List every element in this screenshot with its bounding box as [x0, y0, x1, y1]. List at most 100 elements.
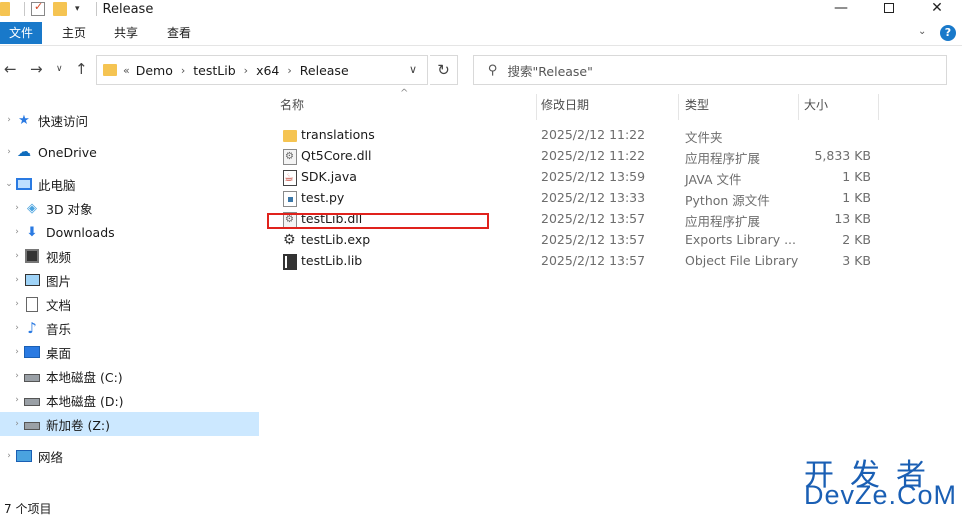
recent-locations-chevron-icon[interactable]: ∨: [56, 64, 63, 74]
address-bar[interactable]: « Demo › testLib › x64 › Release ∨: [96, 55, 428, 85]
sidebar-item-onedrive[interactable]: › ☁ OneDrive: [0, 140, 259, 164]
lib-file-icon: [283, 254, 299, 270]
properties-icon[interactable]: [31, 0, 45, 16]
expand-chevron-icon[interactable]: ›: [10, 227, 24, 237]
sidebar-item-label: 此电脑: [38, 177, 76, 193]
column-divider[interactable]: [678, 94, 679, 120]
file-type: Python 源文件: [685, 193, 770, 208]
column-header-date[interactable]: 修改日期: [541, 92, 677, 120]
expand-chevron-icon[interactable]: ›: [2, 147, 16, 157]
forward-arrow-icon[interactable]: →: [30, 60, 43, 78]
expand-chevron-icon[interactable]: ›: [2, 451, 16, 461]
sidebar-item-label: 音乐: [46, 321, 72, 337]
ribbon-tabs: 文件 主页 共享 查看 ⌄ ?: [0, 20, 962, 46]
address-dropdown-chevron-icon[interactable]: ∨: [409, 63, 417, 76]
breadcrumb-release[interactable]: Release: [300, 63, 349, 78]
exp-file-icon: [283, 232, 297, 249]
table-row[interactable]: translations 2025/2/12 11:22 文件夹: [270, 125, 890, 146]
tab-file[interactable]: 文件: [0, 22, 42, 44]
desktop-icon: [24, 344, 40, 360]
back-arrow-icon[interactable]: ←: [4, 60, 17, 78]
file-type: 文件夹: [685, 130, 723, 145]
column-header-size[interactable]: 大小: [804, 92, 874, 120]
file-type: JAVA 文件: [685, 172, 742, 187]
table-row[interactable]: Qt5Core.dll 2025/2/12 11:22 应用程序扩展 5,833…: [270, 146, 890, 167]
help-icon[interactable]: ?: [940, 25, 956, 41]
file-size: 1 KB: [842, 190, 871, 205]
expand-chevron-icon[interactable]: ›: [10, 299, 24, 309]
quick-access-toolbar: ▾ Release: [0, 0, 153, 18]
column-divider[interactable]: [878, 94, 879, 120]
refresh-icon: ↻: [437, 61, 450, 79]
breadcrumb-chevron-icon[interactable]: ›: [244, 64, 248, 77]
sidebar-item-drive-d[interactable]: › 本地磁盘 (D:): [0, 388, 259, 412]
collapse-chevron-icon[interactable]: ⌄: [2, 179, 16, 189]
expand-chevron-icon[interactable]: ›: [2, 115, 16, 125]
expand-chevron-icon[interactable]: ›: [10, 203, 24, 213]
python-file-icon: [283, 191, 297, 207]
sidebar-item-this-pc[interactable]: ⌄ 此电脑: [0, 172, 259, 196]
file-name: test.py: [301, 190, 345, 205]
sidebar-item-label: 3D 对象: [46, 201, 93, 217]
file-name: translations: [301, 127, 375, 142]
column-divider[interactable]: [536, 94, 537, 120]
up-arrow-icon[interactable]: ↑: [75, 60, 88, 78]
sidebar-item-pictures[interactable]: › 图片: [0, 268, 259, 292]
sidebar-item-quick-access[interactable]: › ★ 快速访问: [0, 108, 259, 132]
search-input[interactable]: ⚲ 搜索"Release": [473, 55, 947, 85]
navigation-bar: ← → ∨ ↑ « Demo › testLib › x64 › Release…: [0, 52, 962, 86]
sidebar-item-videos[interactable]: › 视频: [0, 244, 259, 268]
expand-chevron-icon[interactable]: ›: [10, 323, 24, 333]
table-row[interactable]: testLib.exp 2025/2/12 13:57 Exports Libr…: [270, 230, 890, 251]
cube-icon: ◈: [27, 200, 37, 216]
new-folder-icon[interactable]: [53, 2, 67, 16]
close-button[interactable]: ✕: [914, 0, 960, 18]
sidebar-item-drive-z[interactable]: › 新加卷 (Z:): [0, 412, 259, 436]
item-count: 7 个项目: [4, 502, 52, 516]
star-icon: ★: [18, 112, 30, 128]
expand-chevron-icon[interactable]: ›: [10, 251, 24, 261]
column-divider[interactable]: [798, 94, 799, 120]
table-row[interactable]: testLib.lib 2025/2/12 13:57 Object File …: [270, 251, 890, 272]
picture-icon: [24, 272, 40, 288]
sidebar-item-desktop[interactable]: › 桌面: [0, 340, 259, 364]
tab-view[interactable]: 查看: [157, 22, 201, 44]
refresh-button[interactable]: ↻: [430, 55, 458, 85]
expand-chevron-icon[interactable]: ›: [10, 419, 24, 429]
document-icon: [24, 296, 40, 312]
table-row[interactable]: test.py 2025/2/12 13:33 Python 源文件 1 KB: [270, 188, 890, 209]
expand-chevron-icon[interactable]: ›: [10, 395, 24, 405]
watermark-line2: DevZe.CoM: [804, 480, 958, 510]
sidebar-item-drive-c[interactable]: › 本地磁盘 (C:): [0, 364, 259, 388]
breadcrumb-overflow[interactable]: «: [123, 64, 130, 77]
breadcrumb-chevron-icon[interactable]: ›: [181, 64, 185, 77]
sidebar-item-downloads[interactable]: › ⬇ Downloads: [0, 220, 259, 244]
sidebar-item-network[interactable]: › 网络: [0, 444, 259, 468]
customize-toolbar-chevron-icon[interactable]: ▾: [75, 4, 80, 14]
search-placeholder: 搜索"Release": [507, 63, 593, 79]
breadcrumb-testlib[interactable]: testLib: [193, 63, 235, 78]
maximize-button[interactable]: [866, 0, 912, 18]
window-title: Release: [102, 1, 154, 17]
tab-share[interactable]: 共享: [104, 22, 148, 44]
tab-home[interactable]: 主页: [52, 22, 96, 44]
minimize-button[interactable]: —: [818, 0, 864, 18]
expand-chevron-icon[interactable]: ›: [10, 371, 24, 381]
sidebar-item-documents[interactable]: › 文档: [0, 292, 259, 316]
folder-icon: [103, 64, 117, 76]
column-header-type[interactable]: 类型: [685, 92, 797, 120]
highlight-annotation-box: [267, 213, 489, 229]
breadcrumb-demo[interactable]: Demo: [136, 63, 173, 78]
table-row[interactable]: SDK.java 2025/2/12 13:59 JAVA 文件 1 KB: [270, 167, 890, 188]
expand-chevron-icon[interactable]: ›: [10, 275, 24, 285]
sidebar-item-3d-objects[interactable]: › ◈ 3D 对象: [0, 196, 259, 220]
expand-chevron-icon[interactable]: ›: [10, 347, 24, 357]
sort-ascending-chevron-icon: ^: [400, 88, 409, 99]
expand-ribbon-chevron-icon[interactable]: ⌄: [918, 26, 926, 37]
file-date: 2025/2/12 11:22: [541, 148, 646, 163]
sidebar-item-music[interactable]: › ♪ 音乐: [0, 316, 259, 340]
breadcrumb-chevron-icon[interactable]: ›: [287, 64, 291, 77]
file-size: 3 KB: [842, 253, 871, 268]
file-type: Object File Library: [685, 253, 799, 268]
breadcrumb-x64[interactable]: x64: [256, 63, 279, 78]
